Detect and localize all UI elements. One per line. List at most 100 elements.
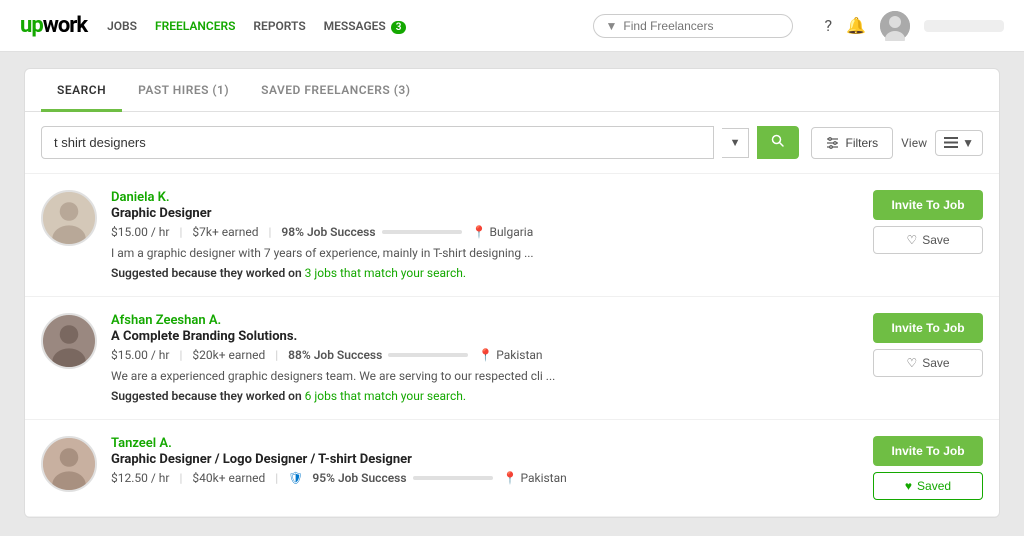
filters-button[interactable]: Filters	[811, 127, 893, 159]
freelancer-bio: We are a experienced graphic designers t…	[111, 368, 859, 385]
chevron-down-icon: ▼	[962, 136, 974, 150]
suggested-link[interactable]: 6 jobs that match your search.	[305, 389, 466, 403]
suggested-note: Suggested because they worked on 3 jobs …	[111, 266, 859, 280]
earned: $20k+ earned	[192, 348, 265, 362]
freelancer-title: Graphic Designer / Logo Designer / T-shi…	[111, 452, 859, 467]
freelancer-actions: Invite To Job ♡ Save	[873, 313, 983, 403]
search-bar: ▼ Filters View ▼	[25, 112, 999, 174]
tab-saved-freelancers[interactable]: SAVED FREELANCERS (3)	[245, 69, 426, 112]
earned: $40k+ earned	[192, 471, 265, 485]
nav-messages[interactable]: MESSAGES 3	[324, 19, 407, 33]
nav-freelancers[interactable]: FREELANCERS	[155, 19, 235, 33]
save-label: Save	[922, 356, 949, 370]
search-dropdown-button[interactable]: ▼	[722, 128, 750, 158]
nav-icons: ? 🔔	[825, 11, 1004, 41]
freelancer-stats: $12.50 / hr | $40k+ earned | 🛡 95% Job S…	[111, 471, 859, 485]
suggested-text: Suggested because they worked on	[111, 389, 305, 403]
location: 📍 Bulgaria	[472, 225, 534, 239]
logo-up: up	[20, 13, 43, 38]
freelancer-title: A Complete Branding Solutions.	[111, 329, 859, 344]
job-success: 🛡 95% Job Success	[288, 471, 492, 485]
progress-bar	[388, 353, 468, 357]
nav-jobs[interactable]: JOBS	[107, 19, 137, 33]
tab-search[interactable]: SEARCH	[41, 69, 122, 112]
filters-label: Filters	[845, 136, 878, 150]
search-go-button[interactable]	[757, 126, 799, 159]
progress-bar	[382, 230, 462, 234]
progress-bar	[413, 476, 493, 480]
save-button[interactable]: ♡ Save	[873, 226, 983, 254]
save-label: Save	[922, 233, 949, 247]
list-item: Tanzeel A. Graphic Designer / Logo Desig…	[25, 420, 999, 517]
list-item: Daniela K. Graphic Designer $15.00 / hr …	[25, 174, 999, 297]
logo-work: work	[43, 13, 87, 38]
search-card: SEARCH PAST HIRES (1) SAVED FREELANCERS …	[24, 68, 1000, 518]
avatar	[41, 190, 97, 246]
freelancer-actions: Invite To Job ♥ Saved	[873, 436, 983, 500]
freelancer-name[interactable]: Afshan Zeeshan A.	[111, 313, 859, 328]
user-avatar[interactable]	[880, 11, 910, 41]
nav-links: JOBS FREELANCERS REPORTS MESSAGES 3	[107, 19, 406, 33]
nav-search-input[interactable]	[623, 19, 763, 33]
freelancer-actions: Invite To Job ♡ Save	[873, 190, 983, 280]
notification-icon[interactable]: 🔔	[846, 16, 866, 35]
view-text: View	[901, 136, 927, 150]
shield-icon: 🛡	[288, 471, 303, 485]
suggested-link[interactable]: 3 jobs that match your search.	[305, 266, 466, 280]
job-success-text: 95% Job Success	[312, 471, 406, 485]
location-text: Pakistan	[496, 348, 542, 362]
heart-filled-icon: ♥	[905, 479, 912, 493]
hourly-rate: $12.50 / hr	[111, 471, 169, 485]
location-text: Bulgaria	[489, 225, 533, 239]
job-success-text: 98% Job Success	[281, 225, 375, 239]
suggested-note: Suggested because they worked on 6 jobs …	[111, 389, 859, 403]
main-content: SEARCH PAST HIRES (1) SAVED FREELANCERS …	[0, 52, 1024, 534]
freelancer-bio: I am a graphic designer with 7 years of …	[111, 245, 859, 262]
freelancer-title: Graphic Designer	[111, 206, 859, 221]
location: 📍 Pakistan	[503, 471, 567, 485]
location-pin-icon: 📍	[478, 348, 493, 362]
invite-to-job-button[interactable]: Invite To Job	[873, 436, 983, 466]
tab-past-hires[interactable]: PAST HIRES (1)	[122, 69, 245, 112]
save-label: Saved	[917, 479, 951, 493]
freelancer-details: Daniela K. Graphic Designer $15.00 / hr …	[111, 190, 859, 280]
search-icon: ▼	[606, 19, 618, 33]
navbar: upwork JOBS FREELANCERS REPORTS MESSAGES…	[0, 0, 1024, 52]
invite-to-job-button[interactable]: Invite To Job	[873, 313, 983, 343]
location-pin-icon: 📍	[503, 471, 518, 485]
location: 📍 Pakistan	[478, 348, 542, 362]
view-toggle-button[interactable]: ▼	[935, 130, 983, 156]
hourly-rate: $15.00 / hr	[111, 225, 169, 239]
freelancer-stats: $15.00 / hr | $20k+ earned | 88% Job Suc…	[111, 348, 859, 362]
freelancer-details: Afshan Zeeshan A. A Complete Branding So…	[111, 313, 859, 403]
freelancer-name[interactable]: Tanzeel A.	[111, 436, 859, 451]
freelancer-name[interactable]: Daniela K.	[111, 190, 859, 205]
avatar	[41, 436, 97, 492]
save-button[interactable]: ♡ Save	[873, 349, 983, 377]
job-success: 88% Job Success	[288, 348, 468, 362]
list-item: Afshan Zeeshan A. A Complete Branding So…	[25, 297, 999, 420]
save-button[interactable]: ♥ Saved	[873, 472, 983, 500]
location-text: Pakistan	[520, 471, 566, 485]
hourly-rate: $15.00 / hr	[111, 348, 169, 362]
logo[interactable]: upwork	[20, 13, 87, 38]
view-controls: View ▼	[901, 130, 983, 156]
heart-icon: ♡	[906, 356, 917, 370]
tab-bar: SEARCH PAST HIRES (1) SAVED FREELANCERS …	[25, 69, 999, 112]
search-input[interactable]	[41, 126, 714, 159]
job-success: 98% Job Success	[281, 225, 461, 239]
help-icon[interactable]: ?	[825, 16, 833, 35]
freelancer-details: Tanzeel A. Graphic Designer / Logo Desig…	[111, 436, 859, 500]
nav-reports[interactable]: REPORTS	[253, 19, 305, 33]
freelancer-stats: $15.00 / hr | $7k+ earned | 98% Job Succ…	[111, 225, 859, 239]
avatar	[41, 313, 97, 369]
freelancer-list: Daniela K. Graphic Designer $15.00 / hr …	[25, 174, 999, 517]
messages-badge: 3	[391, 21, 407, 34]
job-success-text: 88% Job Success	[288, 348, 382, 362]
username-display	[924, 20, 1004, 32]
earned: $7k+ earned	[192, 225, 258, 239]
nav-search-box: ▼	[593, 14, 793, 38]
invite-to-job-button[interactable]: Invite To Job	[873, 190, 983, 220]
heart-icon: ♡	[906, 233, 917, 247]
location-pin-icon: 📍	[472, 225, 487, 239]
